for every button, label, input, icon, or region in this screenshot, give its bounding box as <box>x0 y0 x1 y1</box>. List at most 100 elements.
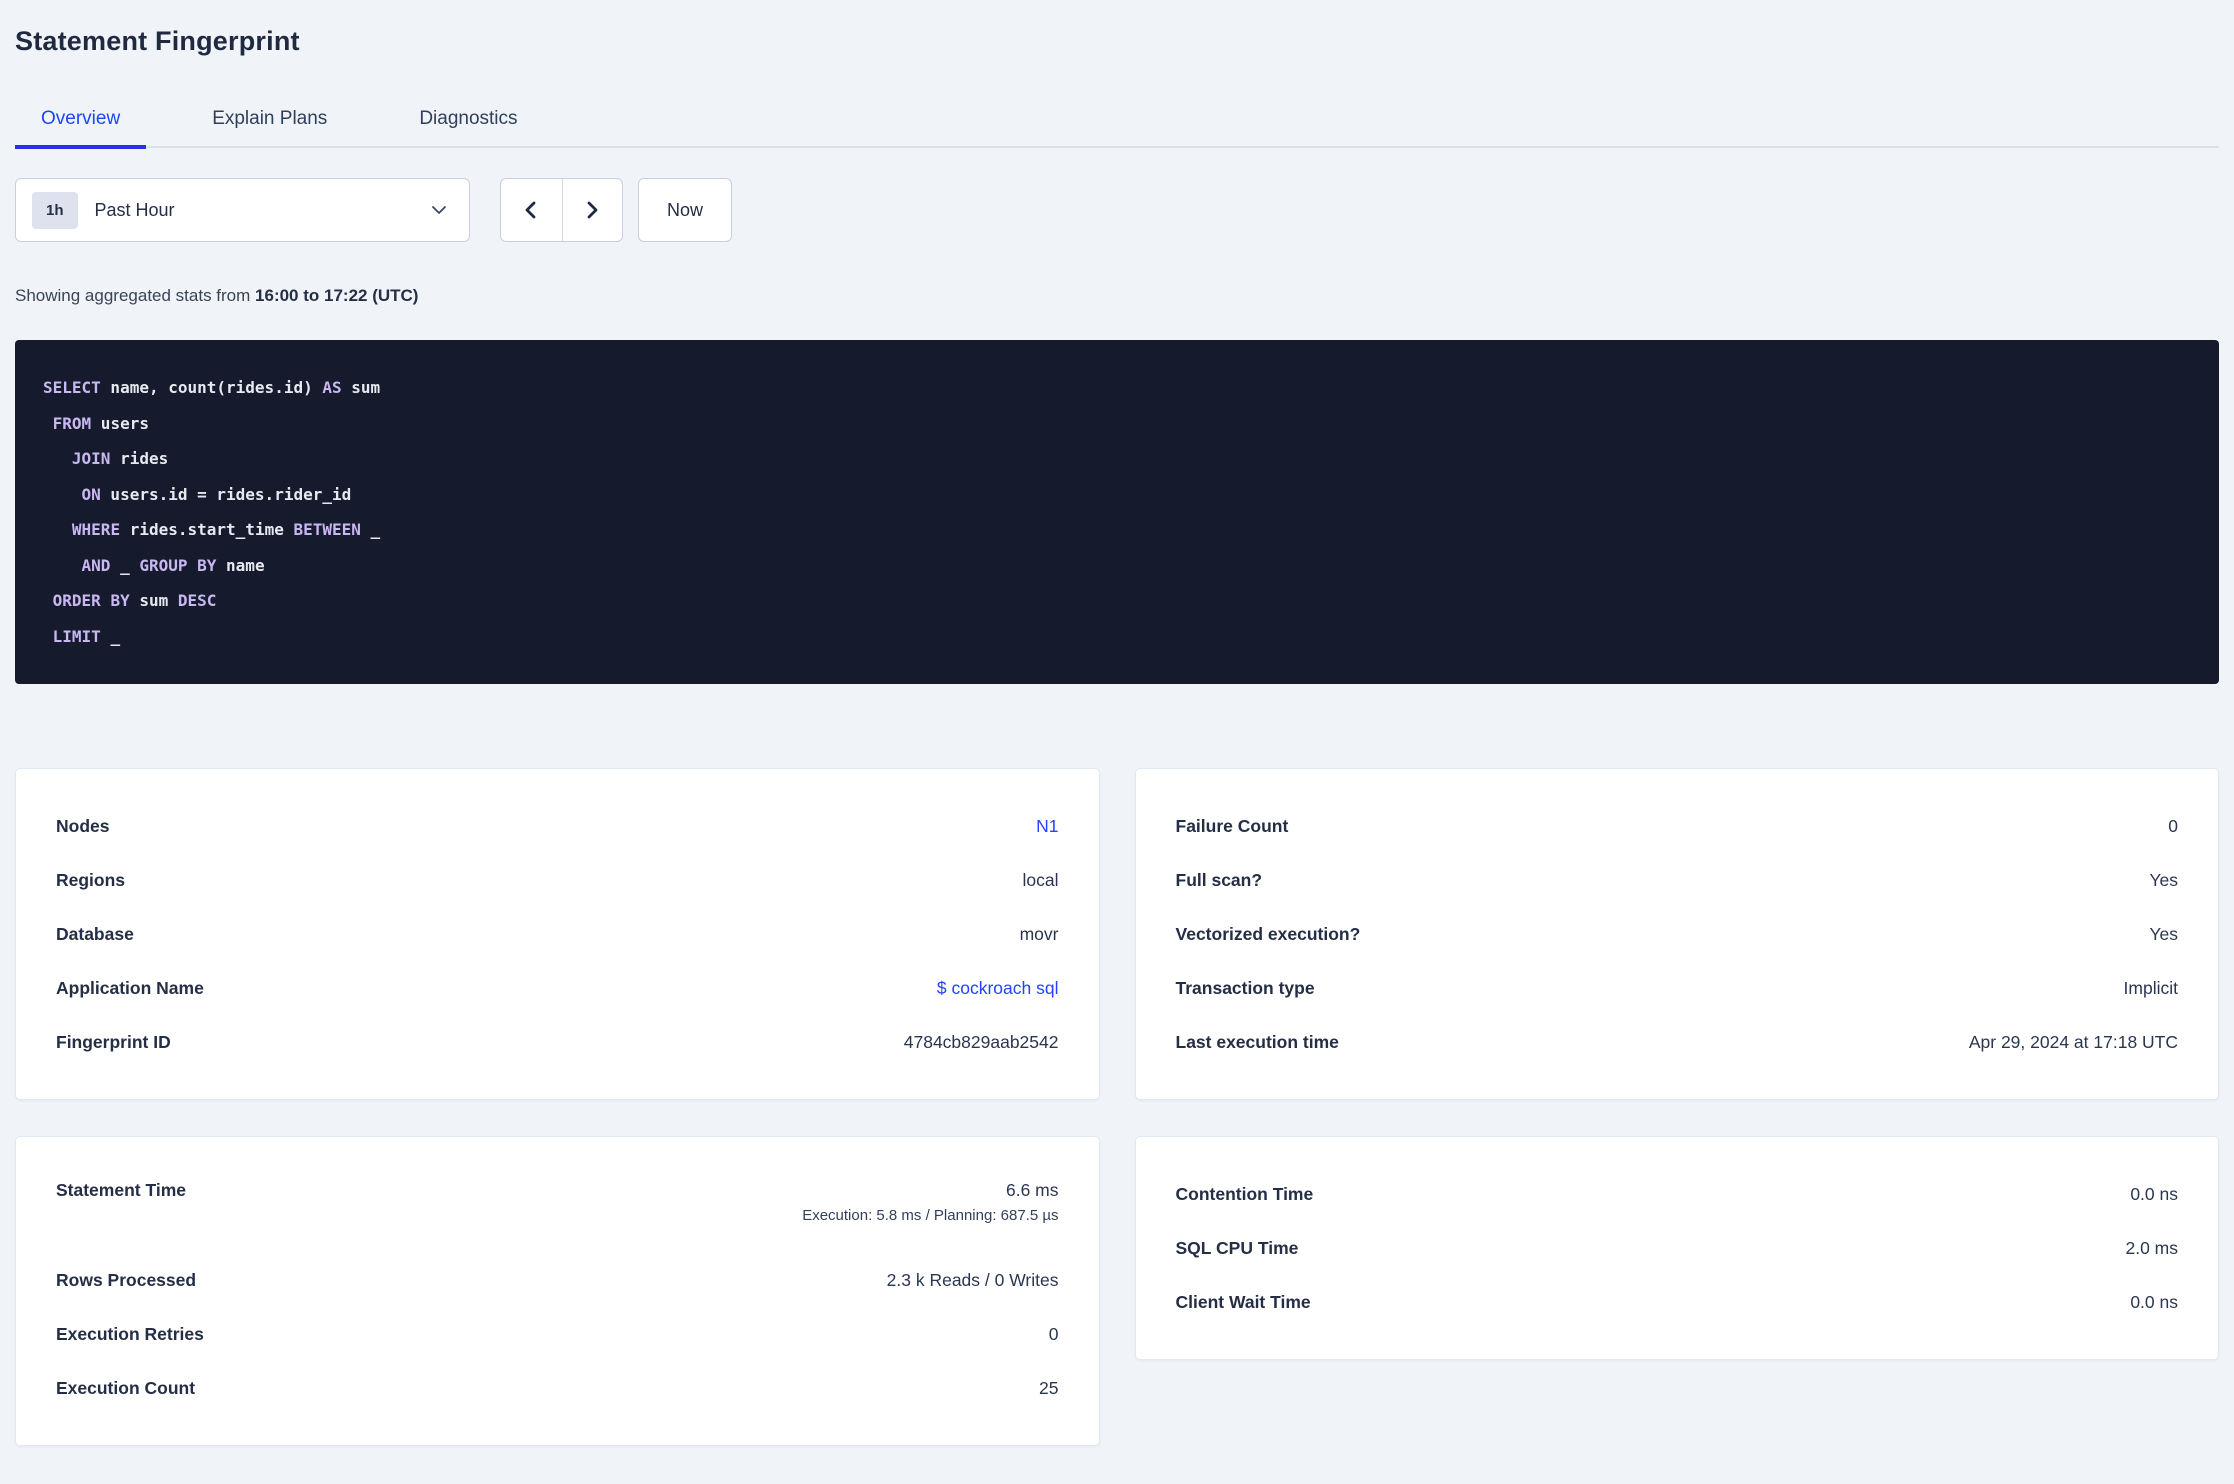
stat-label: Statement Time <box>56 1180 186 1200</box>
stat-row: Client Wait Time 0.0 ns <box>1176 1275 2179 1329</box>
summary-time-range: 16:00 to 17:22 (UTC) <box>255 286 419 305</box>
stat-value-wrap: local <box>1023 870 1059 891</box>
time-controls: 1h Past Hour Now <box>15 178 2219 242</box>
stat-label: Last execution time <box>1175 1031 1339 1052</box>
stat-label: Contention Time <box>1175 1183 1314 1204</box>
stat-value-wrap: 0 <box>2168 816 2178 837</box>
previous-time-button[interactable] <box>501 179 562 241</box>
stat-subvalue: Execution: 5.8 ms / Planning: 687.5 µs <box>802 1207 1059 1224</box>
stat-value: 2.3 k Reads / 0 Writes <box>886 1269 1059 1290</box>
stat-value: 0.0 ns <box>2130 1183 2178 1204</box>
stat-value-link[interactable]: $ cockroach sql <box>937 978 1059 999</box>
stat-value-wrap: N1 <box>1036 816 1058 837</box>
stat-value-wrap: 6.6 ms Execution: 5.8 ms / Planning: 687… <box>802 1180 1058 1224</box>
card-statement-timing-left: Statement Time 6.6 ms Execution: 5.8 ms … <box>15 1136 1100 1446</box>
stat-row: Full scan? Yes <box>1176 853 2179 907</box>
sql-line: ON users.id = rides.rider_id <box>81 484 352 504</box>
sql-line: LIMIT _ <box>52 626 121 646</box>
stat-value: Yes <box>2149 869 2178 890</box>
stat-row: Vectorized execution? Yes <box>1176 907 2179 961</box>
time-range-badge: 1h <box>32 191 78 229</box>
card-statement-timing-right: Contention Time 0.0 ns SQL CPU Time 2.0 … <box>1134 1136 2219 1360</box>
stat-value-wrap: 0.0 ns <box>2130 1292 2178 1313</box>
stat-row: Fingerprint ID 4784cb829aab2542 <box>56 1015 1059 1069</box>
stat-label: Failure Count <box>1175 815 1289 836</box>
sql-statement: SELECT name, count(rides.id) AS sum FROM… <box>43 370 2191 654</box>
stat-row: Regions local <box>56 853 1059 907</box>
stat-value: Yes <box>2149 923 2178 944</box>
card-statement-details-left: Nodes N1 Regions local Database movr App… <box>15 768 1100 1100</box>
stat-value-wrap: $ cockroach sql <box>937 978 1059 999</box>
sql-line: ORDER BY sum DESC <box>52 591 217 610</box>
stat-value-wrap: Yes <box>2149 924 2178 945</box>
stat-value-wrap: 0.0 ns <box>2130 1184 2178 1205</box>
stat-value-wrap: 25 <box>1039 1378 1058 1399</box>
stat-row: SQL CPU Time 2.0 ms <box>1176 1221 2179 1275</box>
stat-label: Fingerprint ID <box>56 1031 171 1052</box>
stat-value-wrap: Implicit <box>2124 978 2178 999</box>
tab-bar: Overview Explain Plans Diagnostics <box>15 95 2219 149</box>
stat-value: 25 <box>1039 1377 1059 1398</box>
time-range-dropdown[interactable]: 1h Past Hour <box>15 178 470 242</box>
stat-label: Rows Processed <box>56 1269 197 1290</box>
stat-value-wrap: 4784cb829aab2542 <box>904 1032 1059 1053</box>
stat-value-wrap: movr <box>1020 924 1059 945</box>
stat-value-wrap: 2.0 ms <box>2125 1238 2178 1259</box>
stat-value-wrap: Yes <box>2149 870 2178 891</box>
stat-value: local <box>1022 869 1059 890</box>
tab-explain-plans[interactable]: Explain Plans <box>186 95 353 149</box>
stat-label: SQL CPU Time <box>1175 1237 1299 1258</box>
stat-value: 4784cb829aab2542 <box>903 1031 1059 1052</box>
stat-cards-grid: Nodes N1 Regions local Database movr App… <box>15 768 2219 1446</box>
stat-row: Rows Processed 2.3 k Reads / 0 Writes <box>56 1253 1059 1307</box>
stat-row: Nodes N1 <box>56 799 1059 853</box>
stat-value: 0 <box>2168 815 2178 836</box>
stat-value-wrap: 0 <box>1049 1324 1059 1345</box>
stat-row: Transaction type Implicit <box>1176 961 2179 1015</box>
stat-value: movr <box>1019 923 1059 944</box>
chevron-left-icon <box>522 199 540 221</box>
stat-label: Database <box>56 923 134 944</box>
stat-label: Vectorized execution? <box>1175 923 1361 944</box>
stat-label: Application Name <box>56 977 204 998</box>
card-statement-details-right: Failure Count 0 Full scan? Yes Vectorize… <box>1134 768 2219 1100</box>
stat-row: Database movr <box>56 907 1059 961</box>
stat-value: Apr 29, 2024 at 17:18 UTC <box>1968 1031 2178 1052</box>
aggregated-stats-summary: Showing aggregated stats from 16:00 to 1… <box>15 286 2219 306</box>
stat-label: Full scan? <box>1175 869 1263 890</box>
chevron-right-icon <box>583 199 601 221</box>
sql-line: AND _ GROUP BY name <box>81 555 265 575</box>
sql-line: SELECT name, count(rides.id) AS sum <box>43 378 381 397</box>
stat-row: Execution Count 25 <box>56 1361 1059 1415</box>
sql-line: JOIN rides <box>71 449 169 468</box>
stat-value-wrap: 2.3 k Reads / 0 Writes <box>887 1270 1059 1291</box>
stat-row: Last execution time Apr 29, 2024 at 17:1… <box>1176 1015 2179 1069</box>
chevron-down-icon <box>431 205 447 215</box>
stat-label: Transaction type <box>1175 977 1315 998</box>
stat-label: Execution Retries <box>56 1323 204 1344</box>
time-range-label: Past Hour <box>94 199 175 220</box>
tab-diagnostics[interactable]: Diagnostics <box>393 95 543 149</box>
sql-line: FROM users <box>52 413 149 433</box>
stat-value-link[interactable]: N1 <box>1036 816 1058 837</box>
stat-value: 6.6 ms <box>1005 1180 1059 1200</box>
summary-prefix: Showing aggregated stats from <box>15 286 256 305</box>
stat-row: Contention Time 0.0 ns <box>1176 1167 2179 1221</box>
stat-value-wrap: Apr 29, 2024 at 17:18 UTC <box>1969 1032 2178 1053</box>
stat-row: Statement Time 6.6 ms Execution: 5.8 ms … <box>56 1167 1059 1253</box>
stat-value: 0 <box>1048 1323 1059 1344</box>
now-button[interactable]: Now <box>638 178 732 242</box>
stat-label: Regions <box>56 869 126 890</box>
tab-overview[interactable]: Overview <box>15 95 147 149</box>
time-step-group <box>500 178 623 242</box>
stat-value: Implicit <box>2123 977 2178 998</box>
stat-label: Client Wait Time <box>1175 1291 1311 1312</box>
page-title: Statement Fingerprint <box>15 26 300 56</box>
stat-label: Nodes <box>56 815 110 836</box>
sql-line: WHERE rides.start_time BETWEEN _ <box>71 520 381 539</box>
next-time-button[interactable] <box>561 179 623 241</box>
statement-fingerprint-page: Statement Fingerprint Overview Explain P… <box>0 26 2234 1446</box>
stat-row: Failure Count 0 <box>1176 799 2179 853</box>
stat-row: Execution Retries 0 <box>56 1307 1059 1361</box>
sql-statement-box: SELECT name, count(rides.id) AS sum FROM… <box>15 340 2219 684</box>
